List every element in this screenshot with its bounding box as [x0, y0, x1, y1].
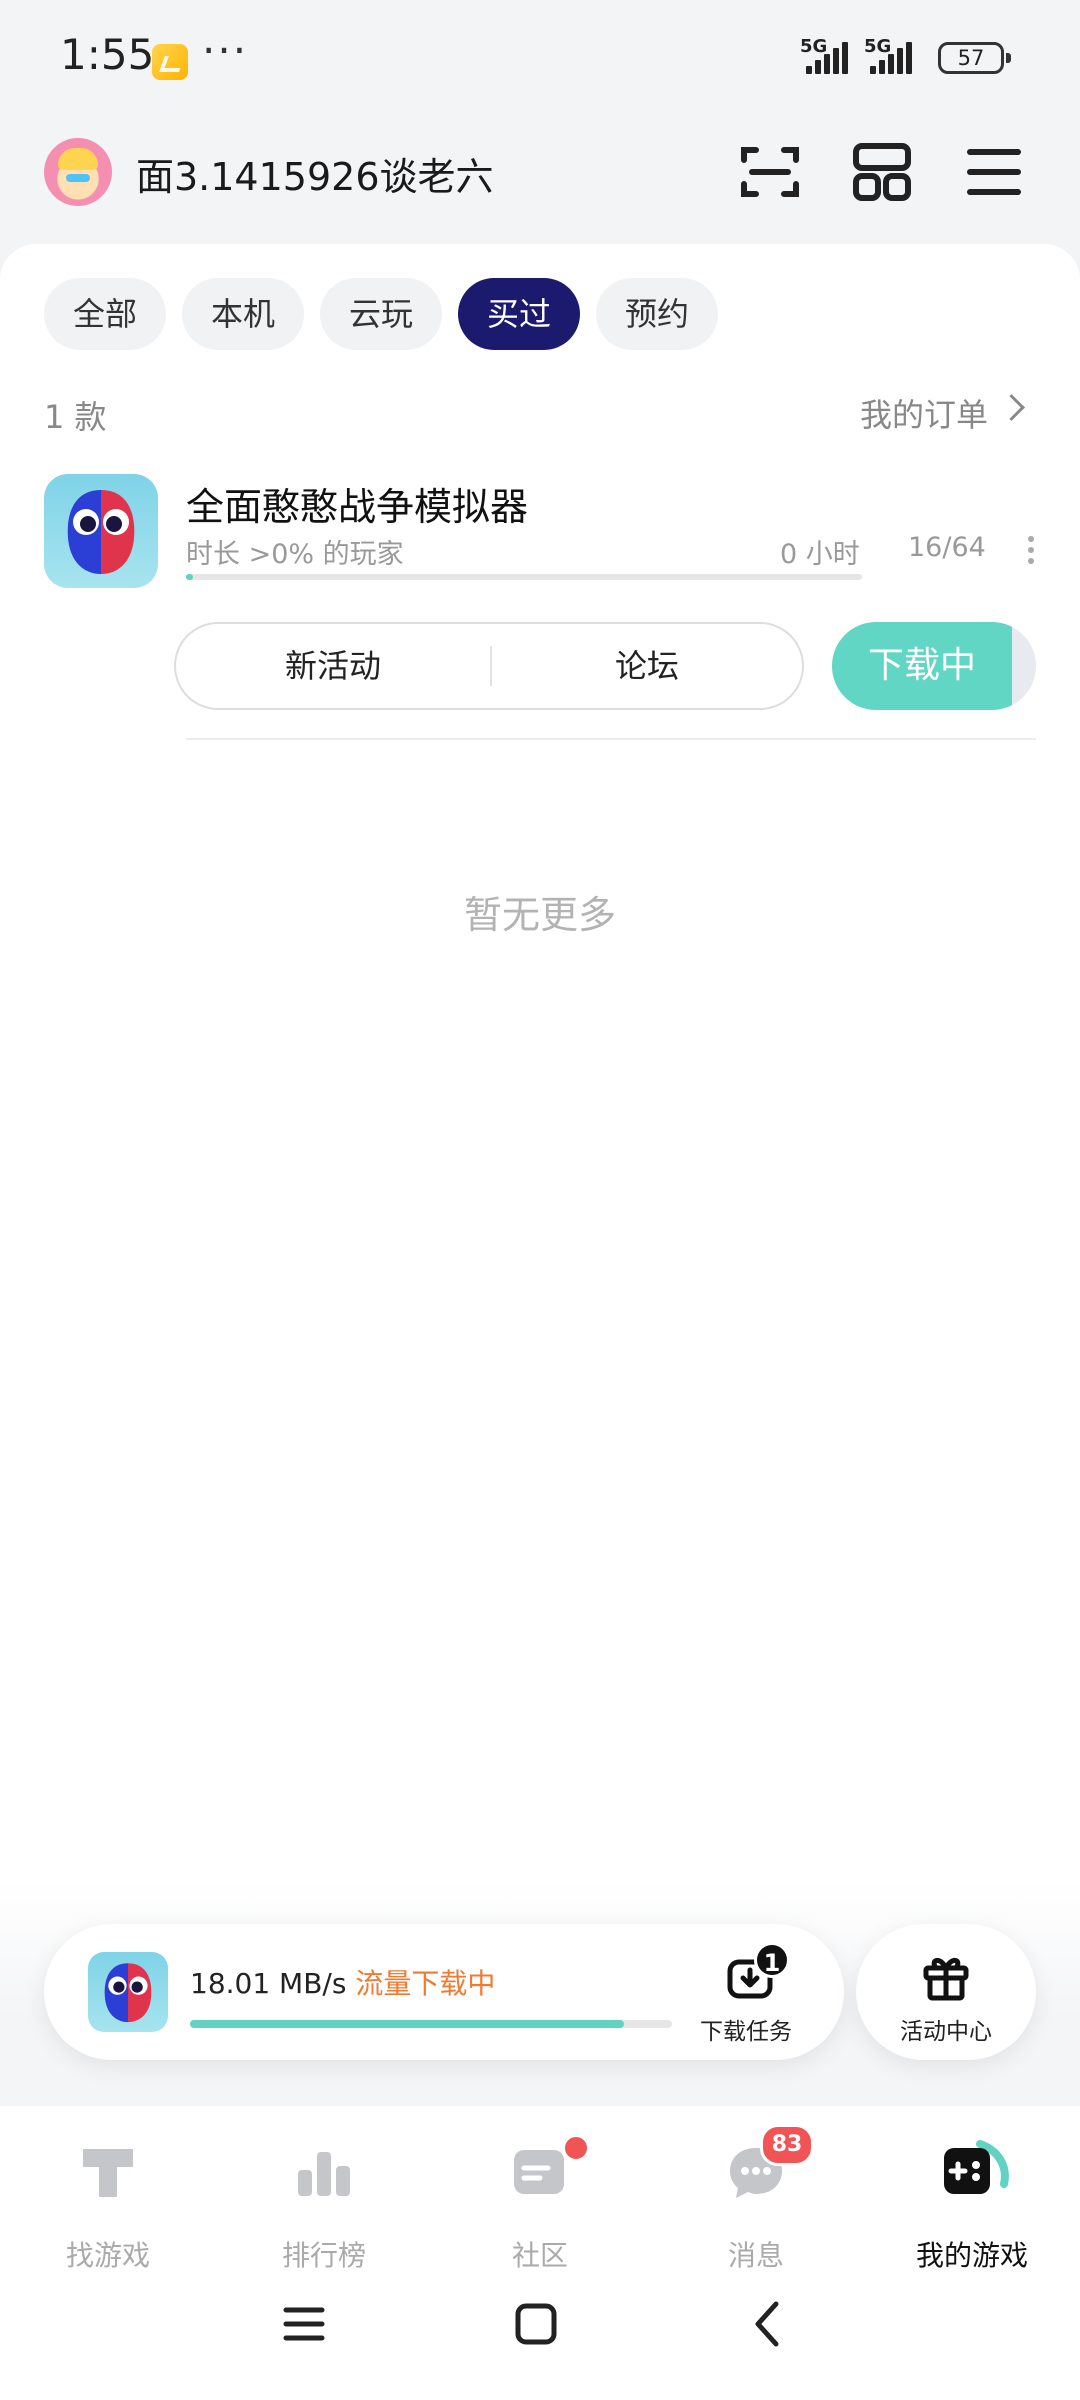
nav-find-games[interactable]: 找游戏: [0, 2126, 216, 2326]
downloading-label: 下载中: [867, 645, 976, 686]
divider: [186, 738, 1036, 740]
leaderboard-icon: [292, 2140, 356, 2204]
tab-local[interactable]: 本机: [182, 278, 304, 350]
notification-app-icon: [152, 44, 188, 80]
activity-center-button[interactable]: 活动中心: [856, 1924, 1036, 2060]
status-time: 1:55: [60, 30, 155, 79]
game-hours: 0 小时: [780, 539, 860, 570]
nav-label: 找游戏: [65, 2239, 150, 2272]
nav-label: 我的游戏: [915, 2239, 1028, 2272]
scan-icon[interactable]: [738, 140, 802, 204]
download-status: 流量下载中: [355, 1967, 496, 2000]
forum-button[interactable]: 论坛: [492, 624, 802, 708]
game-playtime-rank: 时长 >0% 的玩家: [186, 539, 404, 570]
game-achievements: 16/64: [908, 532, 986, 563]
avatar[interactable]: [44, 138, 112, 206]
activity-center-label: 活动中心: [900, 2019, 992, 2045]
playtime-progress-fill: [186, 574, 193, 580]
username[interactable]: 面3.1415926谈老六: [136, 146, 494, 201]
download-speed: 18.01 MB/s 流量下载中: [190, 1962, 495, 2002]
tab-all[interactable]: 全部: [44, 278, 166, 350]
game-count: 1 款: [44, 398, 107, 436]
my-games-icon: [940, 2140, 1009, 2204]
nav-my-games[interactable]: 我的游戏: [864, 2126, 1080, 2326]
game-action-group: 新活动 论坛: [174, 622, 804, 710]
more-notifications-icon: ···: [202, 26, 249, 75]
download-task-label[interactable]: 下载任务: [700, 2012, 792, 2046]
game-title[interactable]: 全面憨憨战争模拟器: [186, 476, 528, 531]
back-button[interactable]: [744, 2300, 792, 2360]
new-post-dot: [562, 2134, 590, 2162]
nav-label: 排行榜: [281, 2239, 366, 2272]
signal-icon: 5G: [800, 36, 848, 74]
tab-cloud[interactable]: 云玩: [320, 278, 442, 350]
download-task-badge: 1: [754, 1942, 790, 1978]
tab-purchased[interactable]: 买过: [458, 278, 580, 350]
home-button[interactable]: [512, 2300, 560, 2360]
my-orders-link[interactable]: 我的订单: [860, 390, 988, 436]
game-icon[interactable]: [44, 474, 158, 588]
main-content-card: [0, 244, 1080, 2104]
download-speed-value: 18.01 MB/s: [190, 1967, 347, 2000]
nav-community[interactable]: 社区: [432, 2126, 648, 2326]
menu-icon[interactable]: [962, 140, 1026, 204]
nav-leaderboard[interactable]: 排行榜: [216, 2126, 432, 2326]
download-status-panel[interactable]: 18.01 MB/s 流量下载中 1 下载任务: [44, 1924, 844, 2060]
battery-icon: 57: [938, 42, 1011, 74]
gift-icon: [920, 1950, 972, 2002]
nav-messages[interactable]: 83 消息: [648, 2124, 864, 2326]
nav-label: 社区: [511, 2239, 568, 2272]
download-progress-fill: [190, 2020, 624, 2028]
find-games-icon: [76, 2140, 140, 2204]
status-bar: 1:55 ··· 5G 5G 57: [0, 0, 1080, 120]
unread-messages-badge: 83: [760, 2124, 814, 2166]
downloading-button[interactable]: 下载中: [832, 622, 1036, 710]
apps-grid-icon[interactable]: [850, 140, 914, 204]
recent-apps-button[interactable]: [280, 2300, 328, 2360]
tab-reserved[interactable]: 预约: [596, 278, 718, 350]
more-options-icon[interactable]: [1026, 536, 1036, 566]
playtime-progress-track: [186, 574, 862, 580]
nav-label: 消息: [727, 2239, 784, 2272]
no-more-tip: 暂无更多: [463, 893, 616, 937]
signal-icon: 5G: [864, 36, 912, 74]
new-activity-button[interactable]: 新活动: [176, 624, 490, 708]
game-thumbnail: [88, 1952, 168, 2032]
